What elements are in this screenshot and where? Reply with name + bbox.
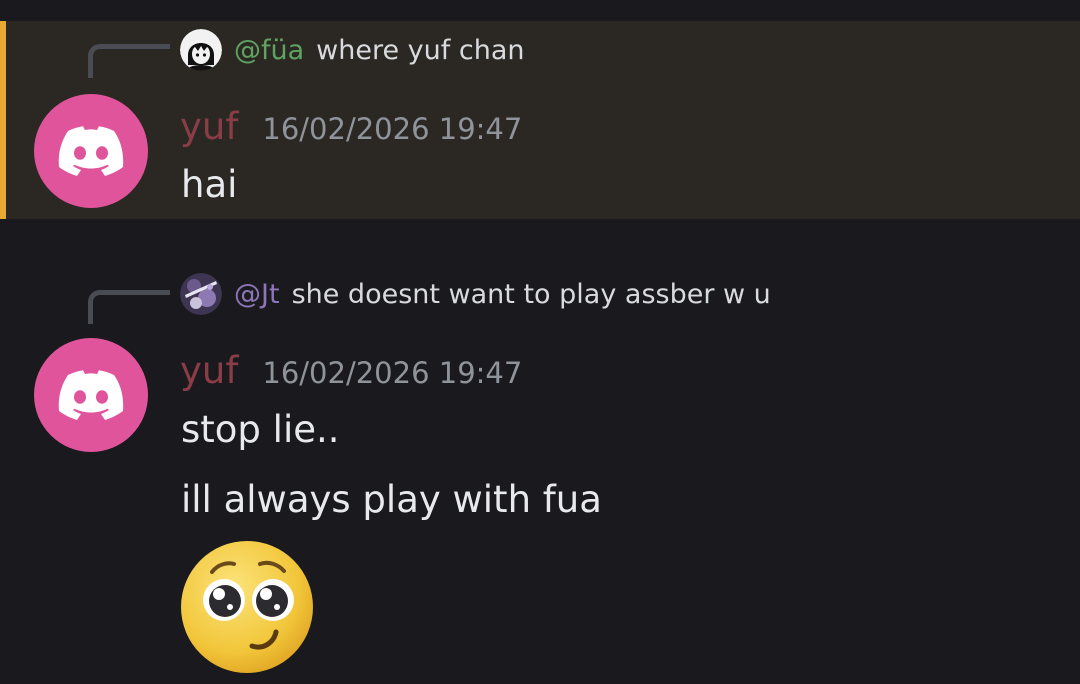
user-avatar-icon[interactable] [180, 273, 222, 315]
reply-preview[interactable]: @Jt she doesnt want to play assber w u [180, 272, 771, 316]
avatar[interactable] [34, 338, 148, 452]
message-header: yuf 16/02/2026 19:47 [180, 105, 522, 148]
message[interactable]: @Jt she doesnt want to play assber w u y… [0, 250, 1080, 684]
message-text: hai [181, 163, 238, 206]
avatar[interactable] [34, 94, 148, 208]
reply-connector [88, 290, 170, 324]
discord-logo-icon [58, 126, 124, 176]
reply-preview[interactable]: @füa where yuf chan [180, 28, 524, 72]
pleading-face-emoji[interactable] [178, 538, 316, 676]
reply-mention[interactable]: @Jt [234, 279, 280, 310]
user-avatar-icon[interactable] [180, 29, 222, 71]
chat-area: @füa where yuf chan yuf 16/02/2026 19:47… [0, 0, 1080, 684]
reply-connector [88, 44, 170, 78]
timestamp[interactable]: 16/02/2026 19:47 [262, 112, 522, 146]
message-header: yuf 16/02/2026 19:47 [180, 349, 522, 392]
message-text: ill always play with fua [181, 478, 602, 521]
timestamp[interactable]: 16/02/2026 19:47 [262, 356, 522, 390]
discord-logo-icon [58, 370, 124, 420]
reply-text[interactable]: where yuf chan [316, 35, 524, 66]
message-highlighted[interactable]: @füa where yuf chan yuf 16/02/2026 19:47… [0, 21, 1080, 219]
username[interactable]: yuf [180, 349, 238, 392]
message-text: stop lie.. [181, 408, 340, 451]
reply-mention[interactable]: @füa [234, 35, 304, 66]
username[interactable]: yuf [180, 105, 238, 148]
reply-text[interactable]: she doesnt want to play assber w u [292, 279, 771, 310]
